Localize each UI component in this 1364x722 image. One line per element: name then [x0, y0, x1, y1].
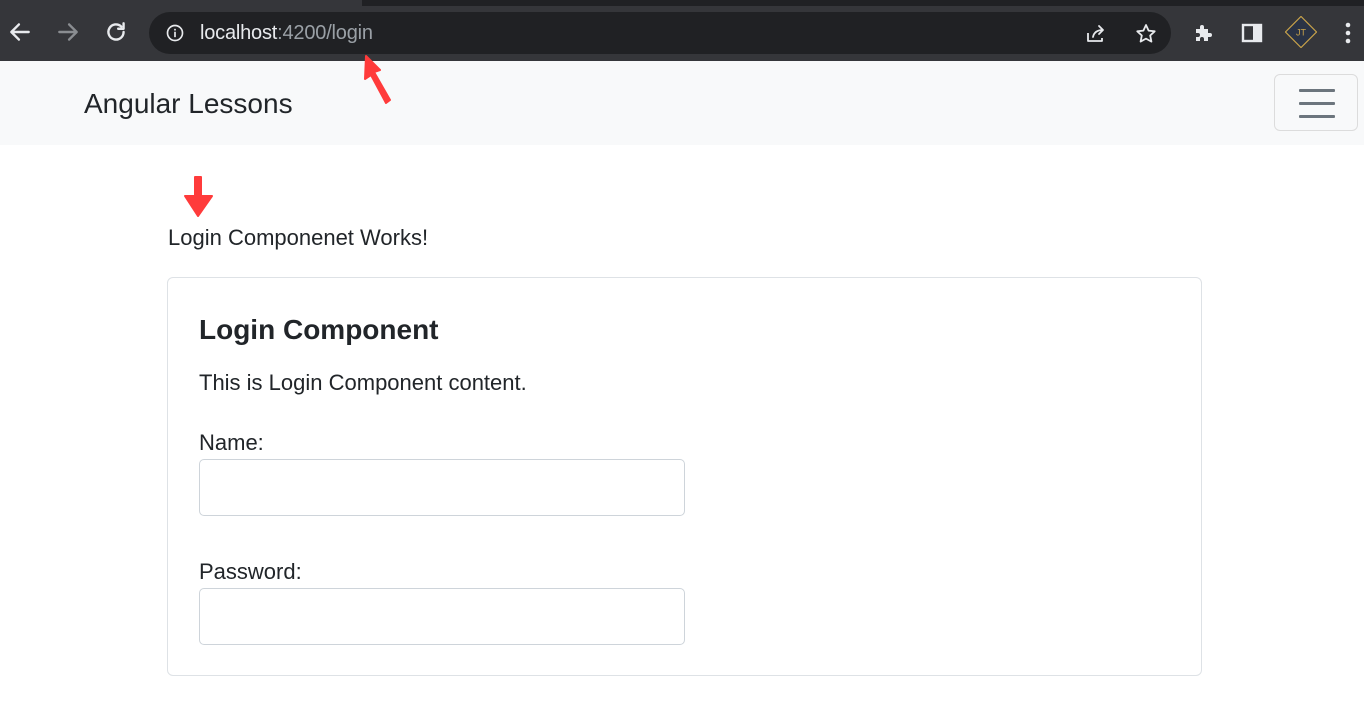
arrow-right-icon: [58, 23, 78, 41]
navbar-toggler-button[interactable]: [1274, 74, 1358, 131]
url-text[interactable]: localhost:4200/login: [200, 22, 373, 44]
tab-strip: [362, 0, 1364, 6]
annotation-arrow-url: [364, 55, 391, 104]
hamburger-menu-icon: [1299, 115, 1335, 118]
kebab-menu-icon[interactable]: [1340, 20, 1356, 46]
hamburger-menu-icon: [1299, 89, 1335, 92]
back-button[interactable]: [6, 18, 34, 46]
navbar-brand[interactable]: Angular Lessons: [84, 88, 293, 120]
reload-icon: [107, 22, 125, 41]
avatar-initials: JT: [1296, 28, 1307, 38]
name-input[interactable]: [199, 459, 685, 516]
hamburger-menu-icon: [1299, 102, 1335, 105]
profile-avatar[interactable]: JT: [1285, 16, 1317, 48]
url-path: :4200/login: [277, 22, 373, 44]
browser-toolbar: localhost:4200/login JT: [0, 0, 1364, 61]
name-label: Name:: [199, 430, 264, 455]
login-card: Login Component This is Login Component …: [167, 277, 1202, 676]
login-works-text: Login Componenet Works!: [168, 225, 429, 250]
info-icon[interactable]: [165, 23, 185, 43]
address-bar[interactable]: localhost:4200/login: [149, 12, 1171, 54]
card-text: This is Login Component content.: [199, 370, 527, 395]
url-host: localhost: [200, 22, 278, 44]
puzzle-icon[interactable]: [1192, 21, 1216, 45]
forward-button[interactable]: [54, 18, 82, 46]
app-navbar: Angular Lessons: [0, 61, 1364, 145]
share-icon[interactable]: [1084, 22, 1108, 46]
star-icon[interactable]: [1134, 22, 1158, 46]
password-input[interactable]: [199, 588, 685, 645]
annotation-arrow-text: [184, 176, 213, 217]
card-title: Login Component: [199, 314, 439, 345]
reload-button[interactable]: [102, 18, 130, 46]
password-label: Password:: [199, 559, 302, 584]
side-panel-icon[interactable]: [1240, 21, 1264, 45]
arrow-left-icon: [10, 23, 30, 41]
